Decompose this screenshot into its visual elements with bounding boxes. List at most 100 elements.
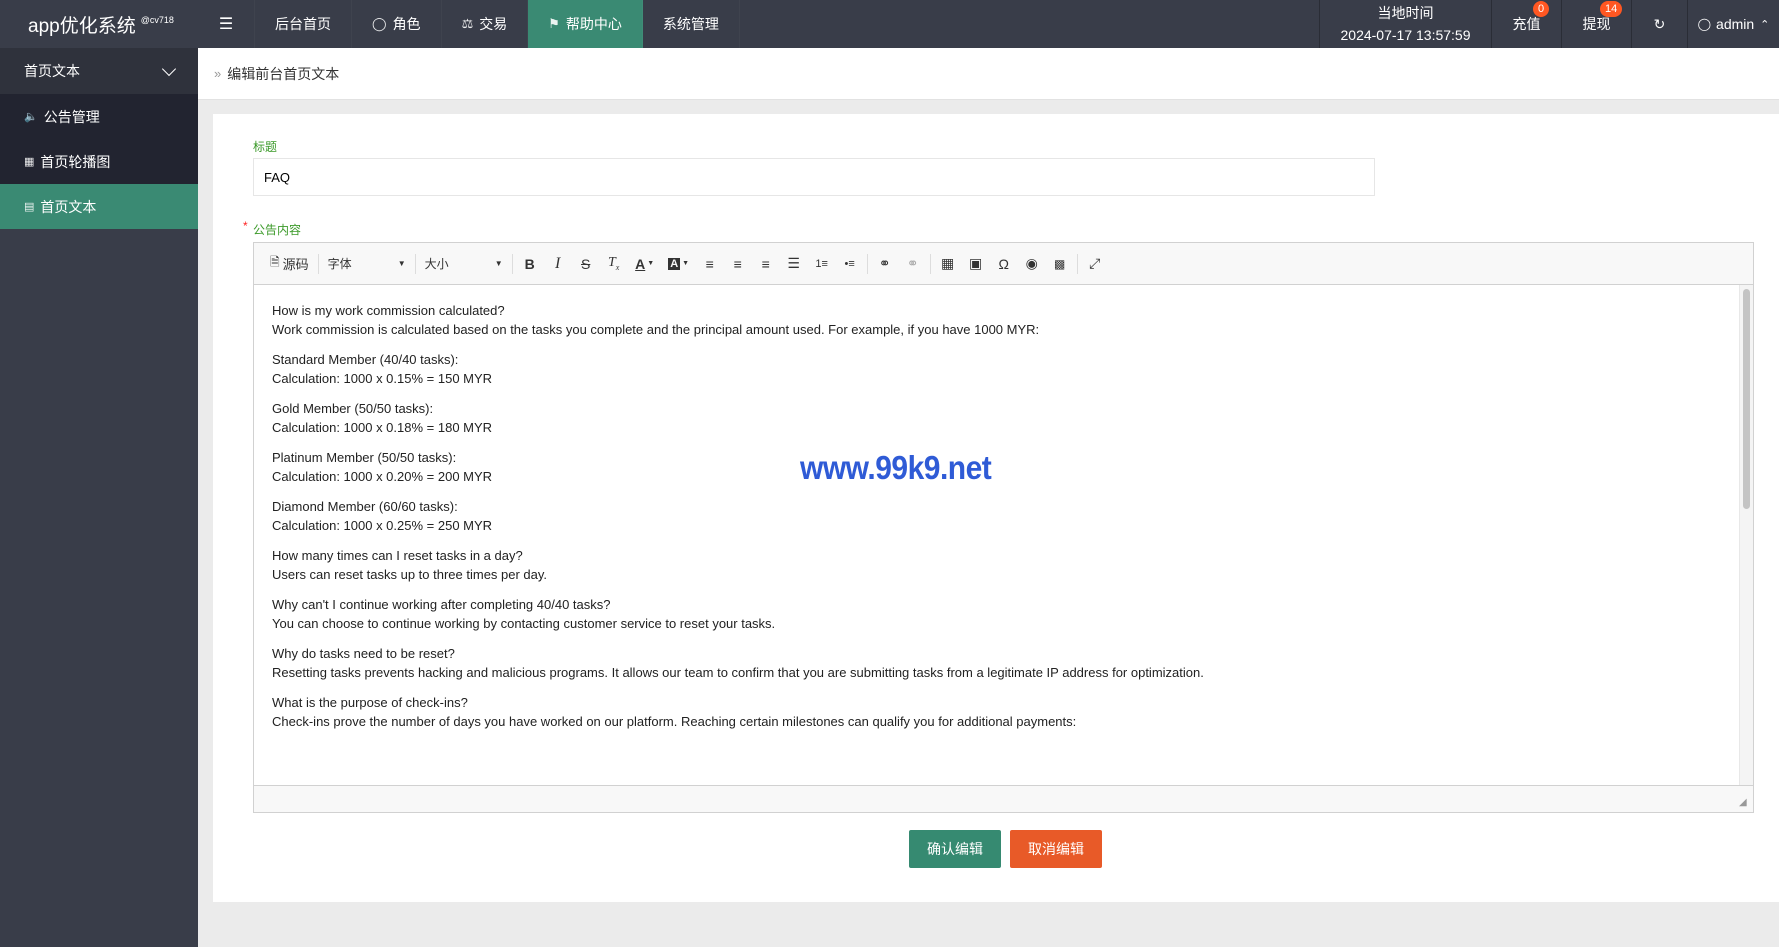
sidebar-group-home-text[interactable]: 首页文本 xyxy=(0,48,198,94)
content-paragraph: Why do tasks need to be reset? Resetting … xyxy=(272,644,1721,682)
title-input[interactable] xyxy=(253,158,1375,196)
top-nav: ☰ 后台首页 ◯ 角色 ⚖ 交易 ⚑ 帮助中心 系统管理 xyxy=(198,0,740,48)
breadcrumb-current: 编辑前台首页文本 xyxy=(227,65,340,82)
content-line: Check-ins prove the number of days you h… xyxy=(272,714,1077,729)
withdraw-button[interactable]: 提现 14 xyxy=(1561,0,1631,48)
top-header: app优化系统 @cv718 ☰ 后台首页 ◯ 角色 ⚖ 交易 ⚑ 帮助中心 系统管理 … xyxy=(0,0,1779,48)
emoji-icon[interactable]: ◉ xyxy=(1018,250,1046,278)
scale-icon: ⚖ xyxy=(461,16,474,31)
editor-toolbar: 🗎 源码 字体 ▼ 大小 ▼ B I S Tx A ▼ A ▼ ≡ ≡ ≡ ☰ 1≡ •≡… xyxy=(254,243,1753,285)
resize-handle-icon[interactable]: ◢ xyxy=(1739,798,1749,808)
content-paragraph: Why can't I continue working after compl… xyxy=(272,595,1721,633)
local-time-label: 当地时间 xyxy=(1377,5,1434,21)
italic-icon[interactable]: I xyxy=(544,250,572,278)
edit-card: 标题 * 公告内容 🗎源码 字体 ▼ 大小 ▼ B I S Tx A▼ A▼ ≡ ≡… xyxy=(213,114,1779,902)
editor-content[interactable]: How is my work commission calculated? Wor… xyxy=(254,285,1739,785)
sidebar-item-label: 首页文本 xyxy=(40,198,97,215)
content-paragraph: Standard Member (40/40 tasks): Calculatio… xyxy=(272,350,1721,388)
content-line: Diamond Member (60/60 tasks): xyxy=(272,499,458,514)
unlink-icon[interactable]: ⚭ xyxy=(899,250,927,278)
user-icon: ◯ xyxy=(1697,17,1712,31)
toolbar-divider xyxy=(414,253,416,274)
local-time: 当地时间 2024-07-17 13:57:59 xyxy=(1319,0,1491,48)
font-select[interactable]: 字体 ▼ xyxy=(322,251,412,277)
size-select[interactable]: 大小 ▼ xyxy=(419,251,509,277)
refresh-icon[interactable]: ↻ xyxy=(1631,0,1687,48)
content-label: * 公告内容 xyxy=(243,219,302,238)
background-color-icon[interactable]: A ▼ xyxy=(662,250,696,278)
sidebar-item-carousel[interactable]: ▦ 首页轮播图 xyxy=(0,139,198,184)
user-name: admin xyxy=(1716,16,1755,32)
content-label-text: 公告内容 xyxy=(253,223,302,237)
content-line: Resetting tasks prevents hacking and mal… xyxy=(272,665,1204,680)
align-left-icon[interactable]: ≡ xyxy=(696,250,724,278)
source-button[interactable]: 🗎 源码 xyxy=(264,250,315,278)
toolbar-divider xyxy=(1076,253,1078,274)
cancel-edit-button[interactable]: 取消编辑 xyxy=(1010,830,1102,868)
editor-scrollbar[interactable] xyxy=(1739,285,1753,785)
link-icon[interactable]: ⚭ xyxy=(871,250,899,278)
scrollbar-thumb[interactable] xyxy=(1743,289,1750,509)
image-icon[interactable]: ▣ xyxy=(962,250,990,278)
content-paragraph: What is the purpose of check-ins? Check-i… xyxy=(272,693,1721,731)
fullscreen-icon[interactable]: ⤢ xyxy=(1081,250,1109,278)
user-icon: ◯ xyxy=(372,16,387,31)
toolbar-divider xyxy=(866,253,868,274)
menu-fold-icon[interactable]: ☰ xyxy=(198,0,255,48)
confirm-edit-button[interactable]: 确认编辑 xyxy=(909,830,1001,868)
align-right-icon[interactable]: ≡ xyxy=(752,250,780,278)
sidebar-item-label: 首页轮播图 xyxy=(40,153,111,170)
text-color-icon[interactable]: A ▼ xyxy=(628,250,662,278)
toolbar-divider xyxy=(929,253,931,274)
dropdown-arrow-icon: ▼ xyxy=(397,259,406,268)
flag-icon: ⚑ xyxy=(548,16,560,31)
image-icon: ▦ xyxy=(24,156,35,168)
nav-trade[interactable]: ⚖ 交易 xyxy=(442,0,529,48)
bold-icon[interactable]: B xyxy=(516,250,544,278)
breadcrumb: » 编辑前台首页文本 xyxy=(198,48,1779,100)
sidebar-item-announcements[interactable]: 🔈 公告管理 xyxy=(0,94,198,139)
content-line: Why can't I continue working after compl… xyxy=(272,597,611,612)
recharge-label: 充值 xyxy=(1512,16,1541,32)
align-center-icon[interactable]: ≡ xyxy=(724,250,752,278)
withdraw-badge: 14 xyxy=(1600,1,1623,17)
clear-format-icon[interactable]: Tx xyxy=(600,250,628,278)
content-paragraph: How is my work commission calculated? Wor… xyxy=(272,301,1721,339)
source-icon: 🗎 xyxy=(270,255,280,269)
header-right: 当地时间 2024-07-17 13:57:59 充值 0 提现 14 ↻ ◯ … xyxy=(1319,0,1779,48)
recharge-button[interactable]: 充值 0 xyxy=(1491,0,1561,48)
nav-system-label: 系统管理 xyxy=(662,16,719,32)
align-justify-icon[interactable]: ☰ xyxy=(780,250,808,278)
content-line: Calculation: 1000 x 0.18% = 180 MYR xyxy=(272,420,493,435)
chevron-down-icon xyxy=(161,61,177,76)
required-mark: * xyxy=(243,219,248,233)
document-icon: ▤ xyxy=(24,201,35,213)
version-tag: @cv718 xyxy=(140,15,174,25)
toolbar-divider xyxy=(511,253,513,274)
sidebar-group-label: 首页文本 xyxy=(24,63,80,79)
ordered-list-icon[interactable]: 1≡ xyxy=(808,250,836,278)
content-line: What is the purpose of check-ins? xyxy=(272,695,468,710)
content-line: Work commission is calculated based on t… xyxy=(272,322,1040,337)
nav-dashboard[interactable]: 后台首页 xyxy=(255,0,352,48)
content-line: Why do tasks need to be reset? xyxy=(272,646,455,661)
content-line: Users can reset tasks up to three times … xyxy=(272,567,548,582)
sidebar-item-home-text[interactable]: ▤ 首页文本 xyxy=(0,184,198,229)
content-line: Calculation: 1000 x 0.25% = 250 MYR xyxy=(272,518,493,533)
special-char-icon[interactable]: Ω xyxy=(990,250,1018,278)
content-line: Calculation: 1000 x 0.15% = 150 MYR xyxy=(272,371,493,386)
content-paragraph: How many times can I reset tasks in a da… xyxy=(272,546,1721,584)
user-menu[interactable]: ◯ admin ⌃ xyxy=(1687,0,1779,48)
app-logo[interactable]: app优化系统 @cv718 xyxy=(0,0,198,48)
nav-dashboard-label: 后台首页 xyxy=(275,16,331,32)
nav-role[interactable]: ◯ 角色 xyxy=(352,0,442,48)
content-paragraph: Gold Member (50/50 tasks): Calculation: 1… xyxy=(272,399,1721,437)
qr-code-icon[interactable]: ▩ xyxy=(1046,250,1074,278)
table-icon[interactable]: ▦ xyxy=(934,250,962,278)
nav-help-center[interactable]: ⚑ 帮助中心 xyxy=(528,0,643,48)
strikethrough-icon[interactable]: S xyxy=(572,250,600,278)
nav-system[interactable]: 系统管理 xyxy=(643,0,740,48)
nav-trade-label: 交易 xyxy=(479,16,508,32)
bullet-list-icon[interactable]: •≡ xyxy=(836,250,864,278)
content-line: How many times can I reset tasks in a da… xyxy=(272,548,523,563)
